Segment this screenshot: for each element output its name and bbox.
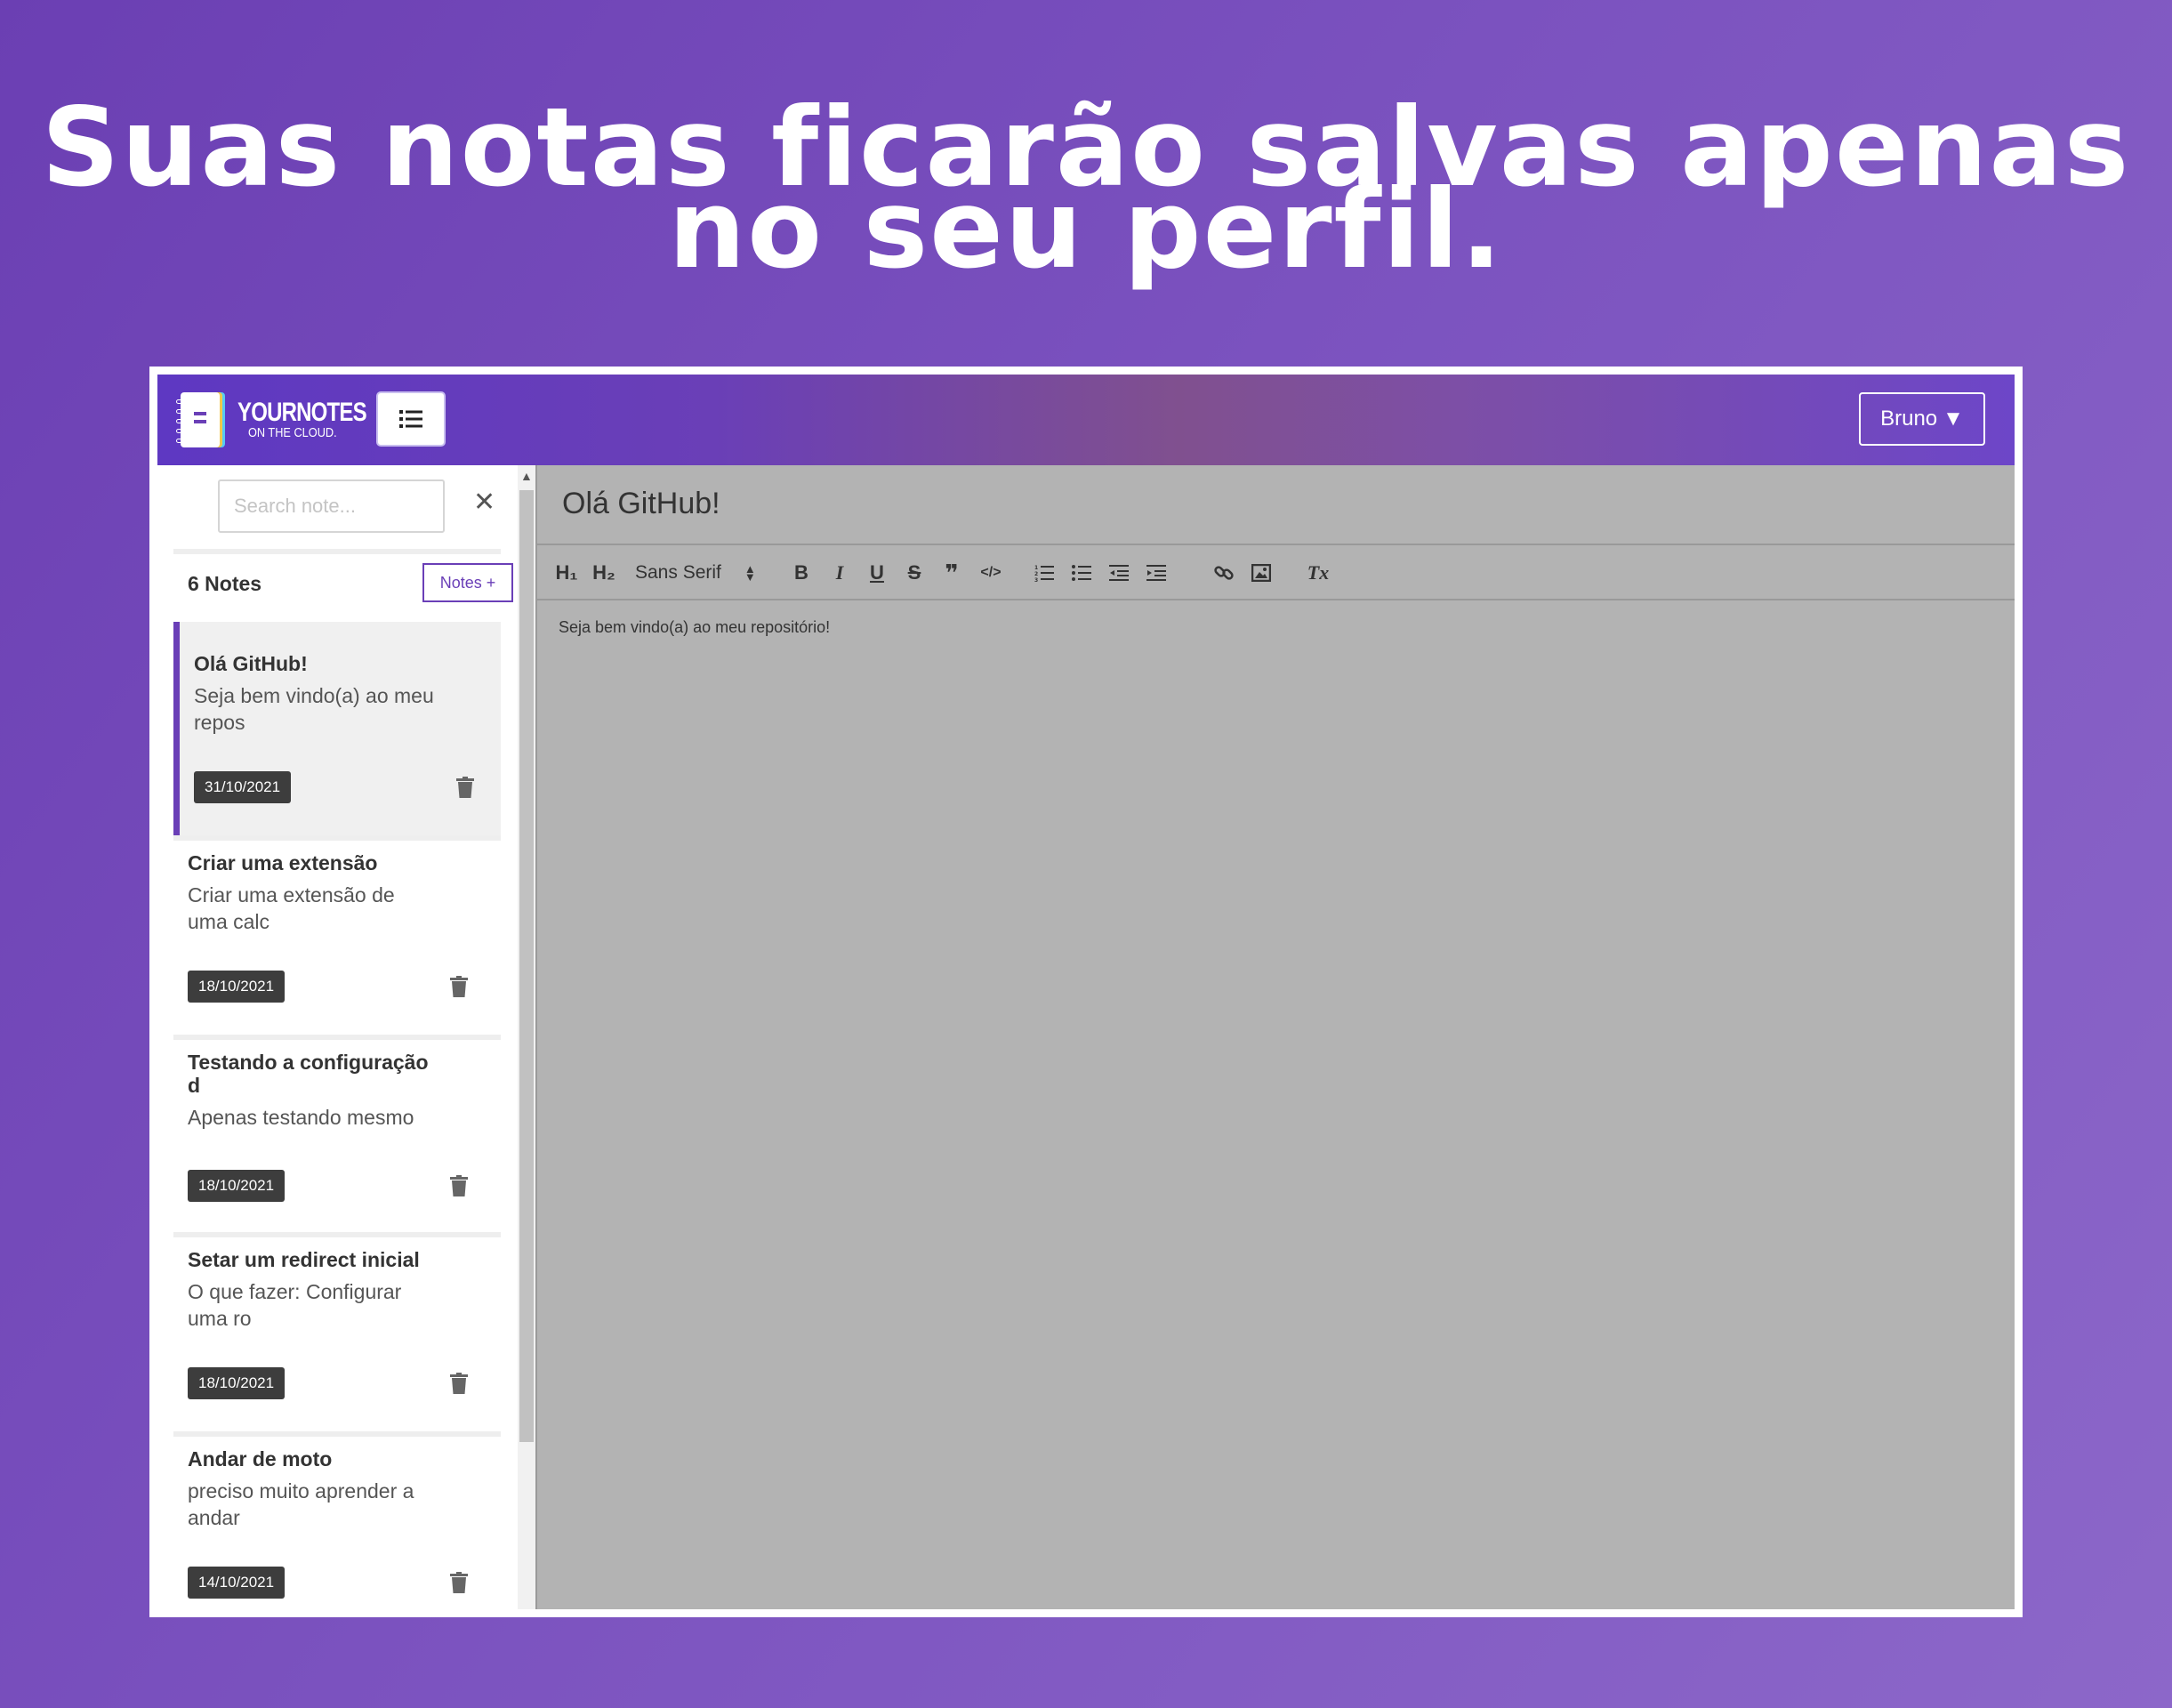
app-logo[interactable]: YOURNOTES ON THE CLOUD. — [176, 392, 398, 447]
trash-icon[interactable] — [456, 777, 474, 802]
indent-button[interactable] — [1143, 558, 1170, 588]
logo-title: YOURNOTES — [237, 398, 367, 427]
app-window: YOURNOTES ON THE CLOUD. Bruno ▼ ✕ — [157, 375, 2015, 1609]
note-preview: Apenas testando mesmo — [188, 1106, 414, 1129]
bullet-list-icon — [1072, 565, 1091, 581]
notes-count: 6 Notes — [188, 572, 262, 595]
note-editor: Olá GitHub! H₁ H₂ Sans Serif ▲ ▼ B I U S … — [535, 465, 2015, 1609]
headline: Suas notas ficarão salvas apenas no seu … — [0, 93, 2172, 284]
trash-icon[interactable] — [450, 1175, 468, 1201]
note-list-item[interactable]: Olá GitHub! Seja bem vindo(a) ao meu rep… — [173, 622, 501, 835]
note-preview: O que fazer: Configurar uma ro — [188, 1280, 402, 1330]
add-note-button[interactable]: Notes + — [422, 563, 513, 602]
note-title: Criar uma extensão — [188, 851, 378, 874]
font-family-select[interactable]: Sans Serif ▲ ▼ — [635, 558, 756, 588]
select-arrows-icon: ▲ ▼ — [744, 562, 756, 584]
blockquote-button[interactable]: ❞ — [938, 558, 965, 588]
link-icon — [1214, 566, 1234, 580]
note-content[interactable]: Seja bem vindo(a) ao meu repositório! — [559, 618, 830, 637]
link-button[interactable] — [1211, 558, 1237, 588]
trash-icon[interactable] — [450, 1373, 468, 1398]
note-date-badge: 18/10/2021 — [188, 971, 286, 1003]
svg-text:2: 2 — [1034, 571, 1038, 577]
trash-icon[interactable] — [450, 976, 468, 1002]
search-input[interactable] — [218, 479, 445, 533]
note-title: Testando a configuração d — [188, 1051, 429, 1097]
note-date-badge: 18/10/2021 — [188, 1367, 286, 1399]
note-list-item[interactable]: Setar um redirect inicial O que fazer: C… — [173, 1218, 501, 1431]
bullet-list-button[interactable] — [1068, 558, 1095, 588]
scroll-up-icon[interactable]: ▲ — [520, 469, 533, 483]
image-button[interactable] — [1248, 558, 1275, 588]
trash-icon[interactable] — [450, 1572, 468, 1598]
note-date-badge: 14/10/2021 — [188, 1567, 286, 1599]
note-list-item[interactable]: Andar de moto preciso muito aprender a a… — [173, 1417, 501, 1609]
top-navbar: YOURNOTES ON THE CLOUD. Bruno ▼ — [157, 375, 2015, 465]
italic-button[interactable]: I — [826, 558, 853, 588]
app-frame: YOURNOTES ON THE CLOUD. Bruno ▼ ✕ — [149, 367, 2023, 1617]
note-list-item[interactable]: Criar uma extensão Criar uma extensão de… — [173, 821, 501, 1035]
editor-toolbar: H₁ H₂ Sans Serif ▲▼ B I U S ❞ </> 1 2 3 — [537, 544, 2015, 600]
user-name: Bruno — [1880, 407, 1938, 431]
note-date-badge: 31/10/2021 — [194, 771, 292, 803]
heading-1-button[interactable]: H₁ — [553, 558, 580, 588]
font-family-value: Sans Serif — [635, 562, 721, 583]
notes-sidebar: ✕ 6 Notes Notes + Olá GitHub! Seja bem v… — [157, 465, 518, 1609]
outdent-icon — [1109, 565, 1129, 581]
bold-button[interactable]: B — [788, 558, 815, 588]
svg-text:1: 1 — [1034, 565, 1038, 571]
note-title: Olá GitHub! — [194, 652, 308, 675]
search-row — [218, 479, 445, 533]
note-preview: Criar uma extensão de uma calc — [188, 883, 395, 933]
ordered-list-icon: 1 2 3 — [1034, 565, 1054, 582]
note-preview: preciso muito aprender a andar — [188, 1479, 414, 1529]
note-preview: Seja bem vindo(a) ao meu repos — [194, 684, 434, 734]
outdent-button[interactable] — [1106, 558, 1132, 588]
ordered-list-button[interactable]: 1 2 3 — [1031, 558, 1058, 588]
notes-count-row: 6 Notes Notes + — [188, 563, 513, 608]
caret-down-icon: ▼ — [1943, 407, 1964, 431]
note-date-badge: 18/10/2021 — [188, 1170, 286, 1202]
logo-subtitle: ON THE CLOUD. — [248, 425, 337, 440]
list-icon — [399, 410, 422, 428]
divider — [173, 549, 501, 554]
note-title-field[interactable]: Olá GitHub! — [562, 487, 720, 521]
svg-text:3: 3 — [1034, 577, 1038, 582]
toggle-sidebar-button[interactable] — [376, 391, 446, 447]
underline-button[interactable]: U — [864, 558, 890, 588]
user-menu-button[interactable]: Bruno ▼ — [1859, 392, 1985, 446]
note-title: Andar de moto — [188, 1447, 333, 1470]
clear-formatting-button[interactable]: Tx — [1303, 558, 1333, 588]
note-title: Setar um redirect inicial — [188, 1248, 420, 1271]
scrollbar-thumb[interactable] — [519, 490, 534, 1442]
code-block-button[interactable]: </> — [976, 558, 1006, 588]
heading-2-button[interactable]: H₂ — [591, 558, 617, 588]
strikethrough-button[interactable]: S — [901, 558, 928, 588]
clear-search-icon[interactable]: ✕ — [473, 489, 495, 516]
indent-icon — [1146, 565, 1166, 581]
image-icon — [1251, 564, 1271, 582]
note-list-item[interactable]: Testando a configuração d Apenas testand… — [173, 1020, 501, 1234]
notebook-icon — [176, 392, 220, 447]
sidebar-scrollbar[interactable]: ▲ — [518, 465, 535, 1609]
